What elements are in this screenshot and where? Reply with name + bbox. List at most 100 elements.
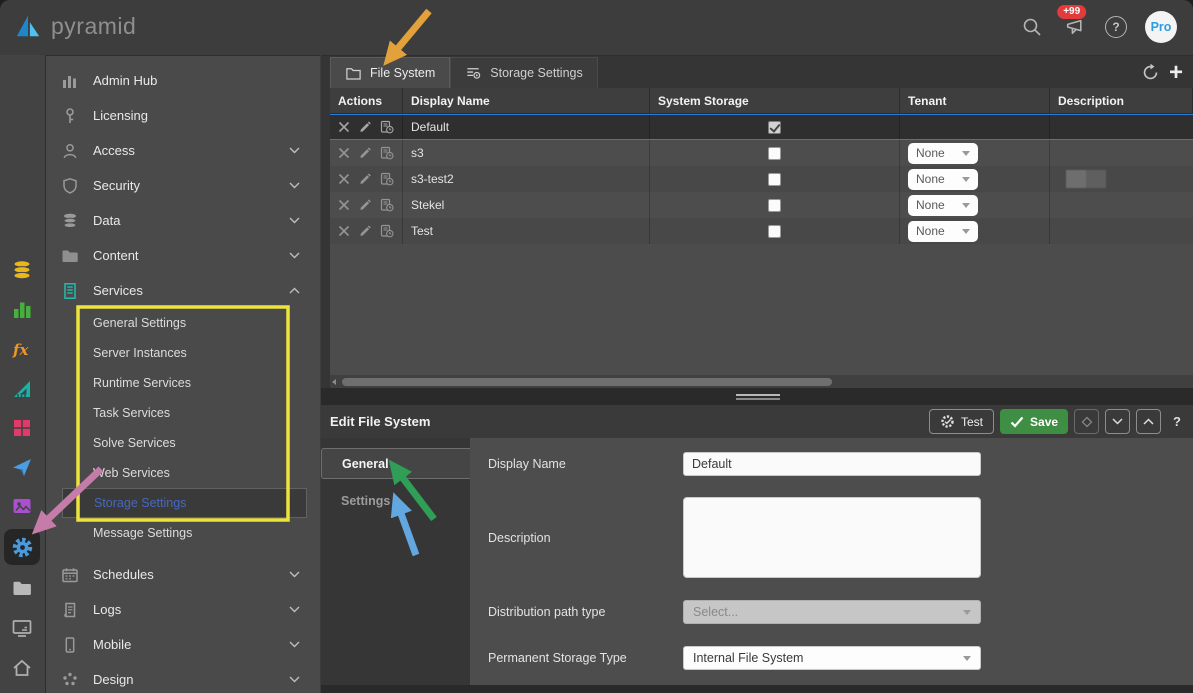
illustrate-icon[interactable] (4, 488, 40, 524)
sidebar-item-security[interactable]: Security (46, 168, 320, 203)
design-dots-icon (60, 670, 80, 690)
monitor-icon[interactable] (4, 610, 40, 646)
sidebar-item-schedules[interactable]: Schedules (46, 557, 320, 592)
add-icon[interactable]: + (1169, 64, 1183, 82)
edit-icon[interactable] (359, 199, 371, 211)
history-icon[interactable] (380, 120, 394, 134)
logs-icon (60, 600, 80, 620)
grid-icon[interactable] (4, 410, 40, 446)
edit-icon[interactable] (359, 121, 371, 133)
sidebar-item-design[interactable]: Design (46, 662, 320, 693)
test-button[interactable]: Test (929, 409, 994, 434)
sidebar-item-logs[interactable]: Logs (46, 592, 320, 627)
admin-gear-icon[interactable] (4, 529, 40, 565)
horizontal-scrollbar[interactable] (330, 375, 1193, 388)
display-name: Test (411, 224, 433, 238)
history-icon[interactable] (380, 172, 394, 186)
tab-settings[interactable]: Settings (321, 485, 470, 516)
logo-text: pyramid (51, 13, 136, 40)
save-button[interactable]: Save (1000, 409, 1068, 434)
tab-file-system[interactable]: File System (330, 57, 450, 88)
history-icon[interactable] (380, 146, 394, 160)
edit-icon[interactable] (359, 147, 371, 159)
submenu-item-general-settings[interactable]: General Settings (46, 308, 320, 338)
history-icon[interactable] (380, 198, 394, 212)
table-row-s3[interactable]: s3 None (330, 140, 1193, 166)
content-folder-icon[interactable] (4, 570, 40, 606)
chevron-down-icon (289, 606, 300, 613)
scroll-left-arrow-icon[interactable] (332, 379, 336, 385)
table-row-test[interactable]: Test None (330, 218, 1193, 244)
description-label: Description (488, 531, 551, 545)
grid-toolbar: + (1141, 63, 1183, 82)
tenant-dropdown[interactable]: None (908, 195, 978, 216)
delete-icon[interactable] (338, 121, 350, 133)
submenu-item-web-services[interactable]: Web Services (46, 458, 320, 488)
delete-icon[interactable] (338, 225, 350, 237)
submenu-item-solve-services[interactable]: Solve Services (46, 428, 320, 458)
display-name-field[interactable] (683, 452, 981, 476)
table-row-default[interactable]: Default (330, 114, 1193, 140)
delete-icon[interactable] (338, 173, 350, 185)
submenu-item-runtime-services[interactable]: Runtime Services (46, 368, 320, 398)
delete-icon[interactable] (338, 199, 350, 211)
storage-settings-tab-icon (465, 65, 482, 81)
sidebar-item-access[interactable]: Access (46, 133, 320, 168)
panel-splitter[interactable] (321, 388, 1193, 405)
tenant-dropdown[interactable]: None (908, 221, 978, 242)
submenu-item-storage-settings[interactable]: Storage Settings (62, 488, 307, 518)
help-icon[interactable]: ? (1103, 14, 1129, 40)
edit-icon[interactable] (359, 225, 371, 237)
system-storage-checkbox[interactable] (768, 225, 781, 238)
sidebar-item-admin-hub[interactable]: Admin Hub (46, 63, 320, 98)
system-storage-checkbox[interactable] (768, 173, 781, 186)
display-name: Default (411, 120, 449, 134)
sidebar-item-services[interactable]: Services (46, 273, 320, 308)
tab-general[interactable]: General (321, 448, 470, 479)
tab-storage-settings[interactable]: Storage Settings (450, 57, 597, 88)
refresh-icon[interactable] (1141, 63, 1160, 82)
delete-icon[interactable] (338, 147, 350, 159)
distribution-path-type-select[interactable]: Select... (683, 600, 981, 624)
submenu-item-message-settings[interactable]: Message Settings (46, 518, 320, 548)
sidebar-item-content[interactable]: Content (46, 238, 320, 273)
home-icon[interactable] (4, 650, 40, 686)
table-row-stekel[interactable]: Stekel None (330, 192, 1193, 218)
system-storage-checkbox[interactable] (768, 121, 781, 134)
bar-chart-icon[interactable] (4, 292, 40, 328)
chevron-down-icon (289, 147, 300, 154)
tenant-dropdown[interactable]: None (908, 143, 978, 164)
table-row-s3-test2[interactable]: s3-test2 None (330, 166, 1193, 192)
permanent-storage-type-select[interactable]: Internal File System (683, 646, 981, 670)
chevron-down-icon (962, 151, 970, 156)
system-storage-checkbox[interactable] (768, 199, 781, 212)
publish-icon[interactable] (4, 449, 40, 485)
tenant-dropdown[interactable]: None (908, 169, 978, 190)
file-system-grid: Actions Display Name System Storage Tena… (321, 88, 1193, 244)
announcements-icon[interactable]: +99 (1061, 14, 1087, 40)
history-icon[interactable] (380, 224, 394, 238)
chevron-down-icon (1112, 418, 1123, 425)
formulas-icon[interactable]: fx (4, 332, 40, 368)
submenu-item-server-instances[interactable]: Server Instances (46, 338, 320, 368)
expand-up-button[interactable] (1136, 409, 1161, 434)
scrollbar-thumb[interactable] (342, 378, 832, 386)
avatar[interactable]: Pro (1145, 11, 1177, 43)
chevron-down-icon (963, 610, 971, 615)
col-tenant: Tenant (900, 88, 1050, 114)
collapse-down-button[interactable] (1105, 409, 1130, 434)
sidebar-item-licensing[interactable]: Licensing (46, 98, 320, 133)
calendar-icon (60, 565, 80, 585)
search-icon[interactable] (1019, 14, 1045, 40)
submenu-item-task-services[interactable]: Task Services (46, 398, 320, 428)
present-icon[interactable] (4, 371, 40, 407)
system-storage-checkbox[interactable] (768, 147, 781, 160)
sidebar-item-mobile[interactable]: Mobile (46, 627, 320, 662)
description-field[interactable] (683, 497, 981, 578)
sidebar-lower: Schedules Logs Mobile Design (46, 557, 320, 693)
edit-icon[interactable] (359, 173, 371, 185)
diamond-button[interactable] (1074, 409, 1099, 434)
panel-help-icon[interactable]: ? (1173, 414, 1181, 429)
database-icon[interactable] (4, 252, 40, 288)
sidebar-item-data[interactable]: Data (46, 203, 320, 238)
